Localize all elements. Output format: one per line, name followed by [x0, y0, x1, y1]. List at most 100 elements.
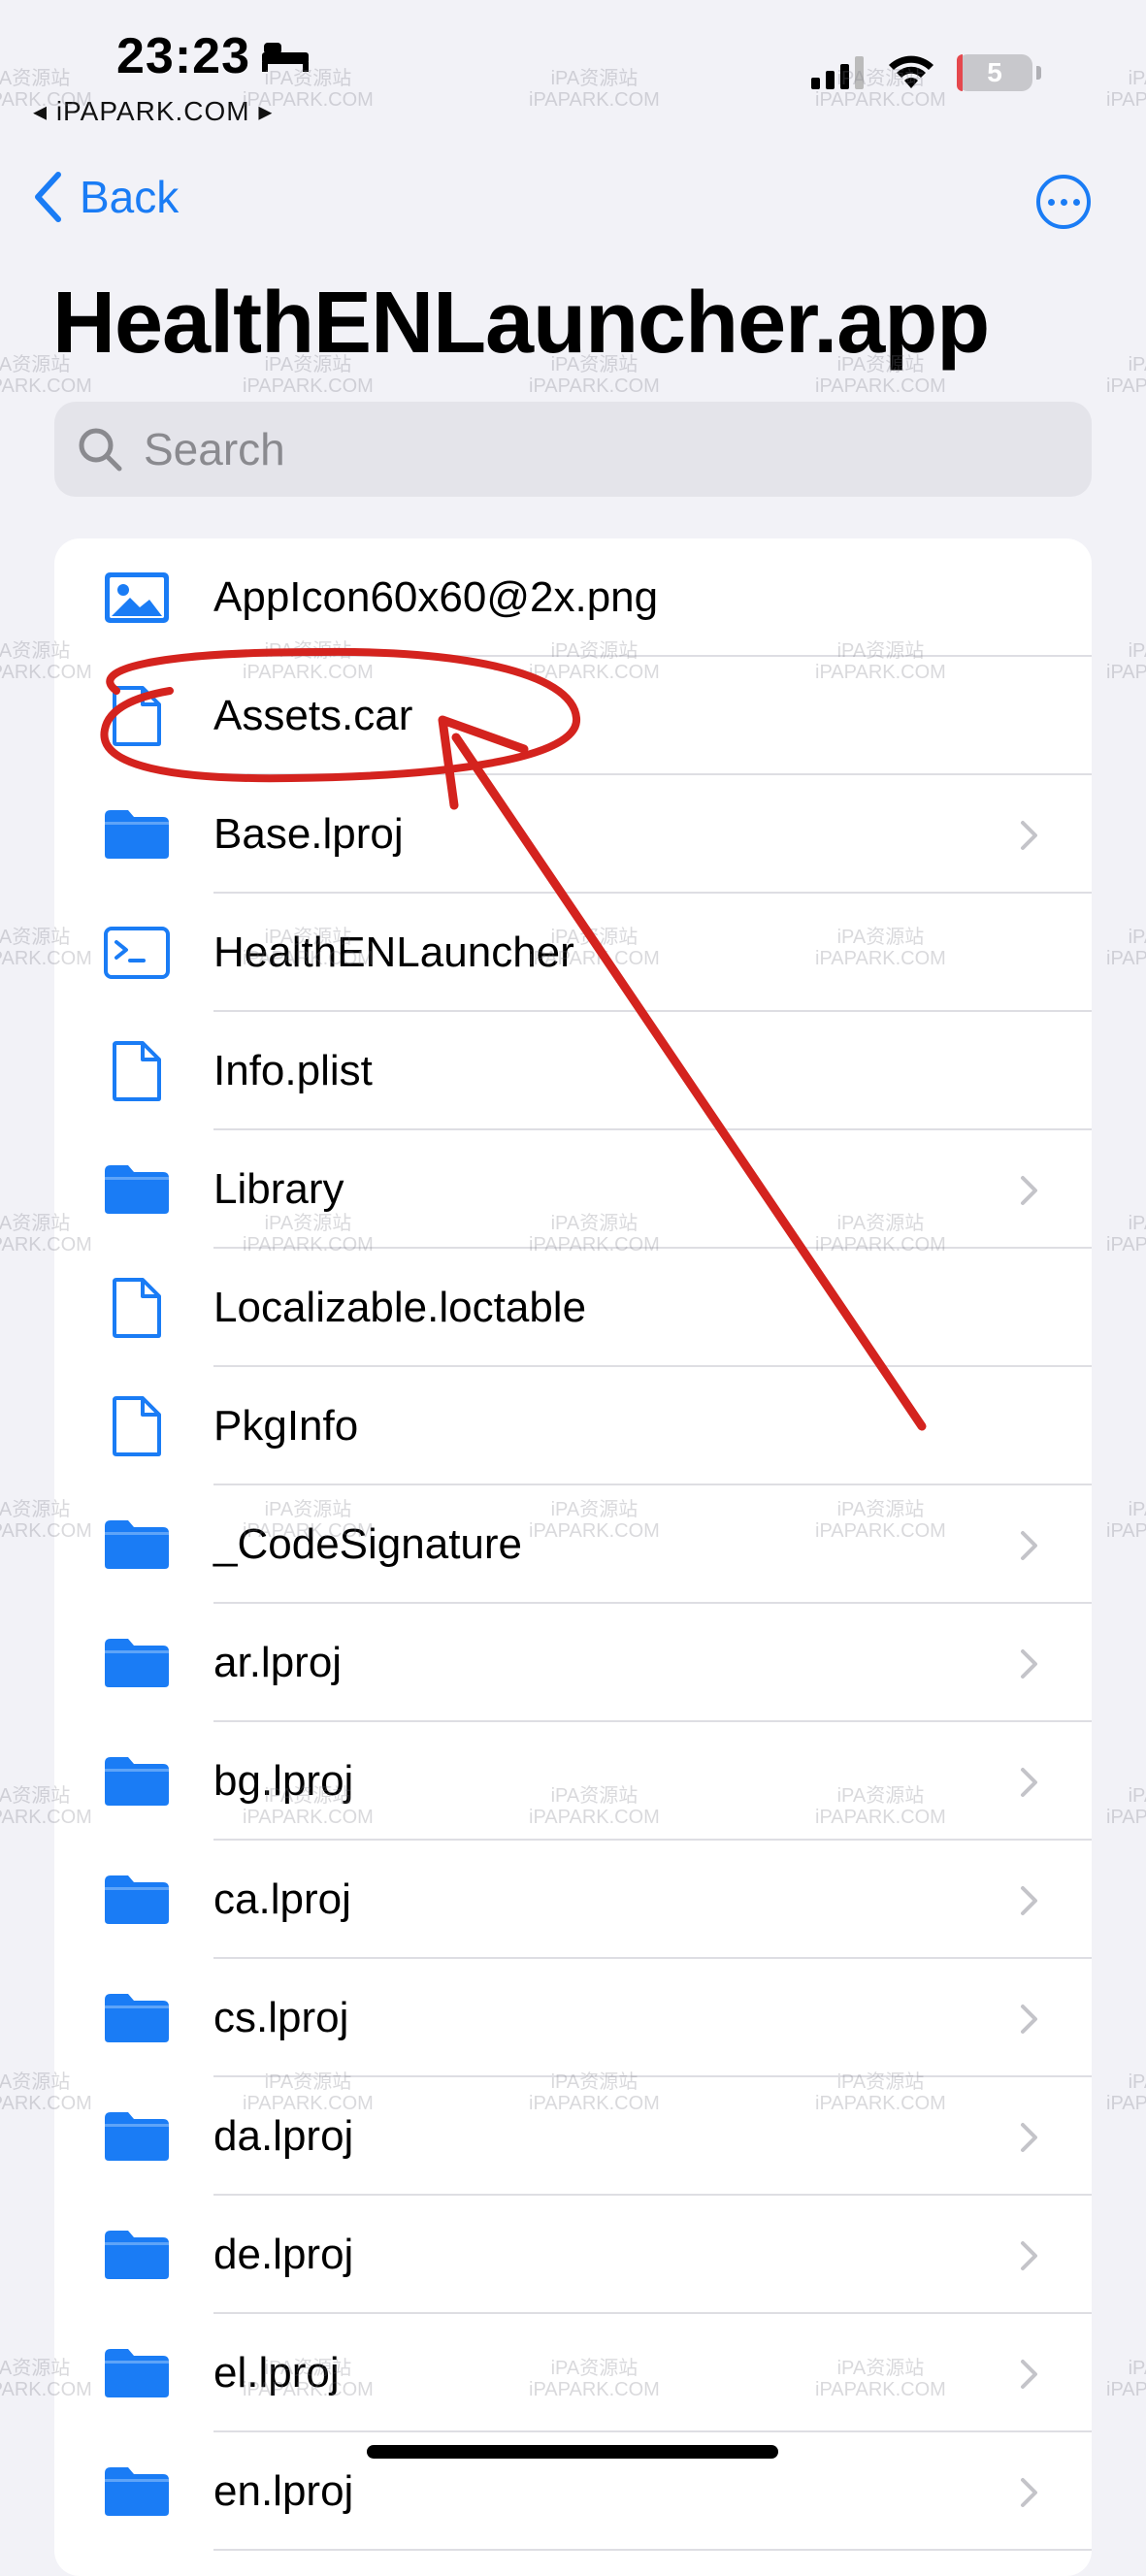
- folder-row[interactable]: de.lproj: [54, 2196, 1092, 2314]
- watermark-line2: iPAPARK.COM: [1106, 375, 1146, 397]
- document-icon: [103, 1392, 171, 1460]
- chevron-right-icon: [1020, 2359, 1039, 2395]
- folder-row[interactable]: cs.lproj: [54, 1959, 1092, 2077]
- search-bar[interactable]: [54, 402, 1092, 497]
- more-dot-icon: [1072, 198, 1080, 206]
- file-name: de.lproj: [213, 2231, 354, 2278]
- folder-row[interactable]: Base.lproj: [54, 775, 1092, 894]
- chevron-right-icon: [1020, 1767, 1039, 1803]
- document-icon: [103, 682, 171, 750]
- status-carrier: ◂ iPAPARK.COM ▸: [33, 96, 274, 126]
- folder-icon: [103, 1156, 171, 1223]
- folder-row[interactable]: Library: [54, 1130, 1092, 1249]
- folder-icon: [103, 2103, 171, 2170]
- folder-row[interactable]: bg.lproj: [54, 1722, 1092, 1841]
- file-name: Info.plist: [213, 1047, 373, 1094]
- watermark: iPA资源站iPAPARK.COM: [1106, 2358, 1146, 2400]
- watermark: iPA资源站iPAPARK.COM: [1106, 927, 1146, 969]
- status-indicators: 5: [811, 54, 1041, 91]
- file-name: HealthENLauncher: [213, 929, 574, 976]
- watermark: iPA资源站iPAPARK.COM: [529, 68, 660, 111]
- file-name: _CodeSignature: [213, 1520, 523, 1568]
- chevron-right-icon: [1020, 1648, 1039, 1684]
- more-dot-icon: [1060, 198, 1067, 206]
- chevron-right-icon: [1020, 1175, 1039, 1211]
- cellular-signal-icon: [811, 56, 864, 89]
- folder-icon: [103, 2339, 171, 2407]
- folder-row[interactable]: da.lproj: [54, 2077, 1092, 2196]
- folder-icon: [103, 1511, 171, 1579]
- chevron-right-icon: [1020, 1885, 1039, 1921]
- file-row[interactable]: HealthENLauncher: [54, 894, 1092, 1012]
- chevron-right-icon: [1020, 820, 1039, 856]
- watermark-line1: iPA资源站: [0, 68, 71, 89]
- watermark-line1: iPA资源站: [1128, 1213, 1146, 1234]
- watermark-line2: iPAPARK.COM: [1106, 662, 1146, 683]
- watermark-line1: iPA资源站: [1128, 2358, 1146, 2379]
- folder-row[interactable]: _CodeSignature: [54, 1485, 1092, 1604]
- document-icon: [103, 1037, 171, 1105]
- file-name: Localizable.loctable: [213, 1284, 587, 1331]
- folder-icon: [103, 1984, 171, 2052]
- watermark-line2: iPAPARK.COM: [1106, 2379, 1146, 2400]
- watermark: iPA资源站iPAPARK.COM: [1106, 68, 1146, 111]
- watermark-line2: iPAPARK.COM: [0, 375, 92, 397]
- more-dot-icon: [1047, 198, 1055, 206]
- watermark-line2: iPAPARK.COM: [1106, 89, 1146, 111]
- file-name: el.lproj: [213, 2349, 340, 2397]
- file-name: cs.lproj: [213, 1994, 349, 2041]
- file-row[interactable]: Info.plist: [54, 1012, 1092, 1130]
- more-options-button[interactable]: [1036, 175, 1091, 229]
- folder-row[interactable]: ar.lproj: [54, 1604, 1092, 1722]
- chevron-right-icon: [1020, 1530, 1039, 1566]
- folder-row[interactable]: ca.lproj: [54, 1841, 1092, 1959]
- folder-icon: [103, 2458, 171, 2526]
- watermark-line1: iPA资源站: [1128, 68, 1146, 89]
- back-label: Back: [80, 172, 180, 222]
- watermark-line1: iPA资源站: [1128, 2071, 1146, 2093]
- file-name: PkgInfo: [213, 1402, 359, 1450]
- terminal-icon: [103, 919, 171, 987]
- watermark: iPA资源站iPAPARK.COM: [1106, 354, 1146, 397]
- watermark-line2: iPAPARK.COM: [243, 375, 374, 397]
- file-name: ca.lproj: [213, 1875, 351, 1923]
- watermark: iPA资源站iPAPARK.COM: [1106, 1499, 1146, 1542]
- chevron-left-icon: [35, 172, 61, 222]
- page-title: HealthENLauncher.app: [52, 275, 990, 372]
- chevron-right-icon: [1020, 2477, 1039, 2513]
- folder-icon: [103, 800, 171, 868]
- watermark-line1: iPA资源站: [1128, 927, 1146, 948]
- home-indicator: [367, 2445, 778, 2459]
- file-row[interactable]: Localizable.loctable: [54, 1249, 1092, 1367]
- file-list: AppIcon60x60@2x.png Assets.car Base.lproj H…: [54, 538, 1092, 2576]
- chevron-right-icon: [1020, 2122, 1039, 2158]
- file-name: AppIcon60x60@2x.png: [213, 573, 659, 621]
- battery-tip: [1036, 66, 1041, 80]
- search-icon: [79, 428, 122, 472]
- file-name: da.lproj: [213, 2112, 354, 2160]
- file-row[interactable]: AppIcon60x60@2x.png: [54, 538, 1092, 657]
- document-icon: [103, 1274, 171, 1342]
- watermark-line2: iPAPARK.COM: [1106, 1234, 1146, 1255]
- watermark: iPA资源站iPAPARK.COM: [1106, 2071, 1146, 2114]
- watermark: iPA资源站iPAPARK.COM: [1106, 1785, 1146, 1828]
- folder-icon: [103, 1747, 171, 1815]
- watermark-line2: iPAPARK.COM: [529, 375, 660, 397]
- watermark-line2: iPAPARK.COM: [1106, 1807, 1146, 1828]
- battery-indicator: 5: [957, 54, 1032, 91]
- back-button[interactable]: Back: [33, 171, 179, 223]
- watermark-line2: iPAPARK.COM: [529, 89, 660, 111]
- folder-icon: [103, 2221, 171, 2289]
- watermark-line1: iPA资源站: [1128, 640, 1146, 662]
- folder-row[interactable]: el.lproj: [54, 2314, 1092, 2432]
- watermark-line1: iPA资源站: [1128, 1785, 1146, 1807]
- chevron-right-icon: [1020, 2004, 1039, 2039]
- sleep-focus-icon: [262, 43, 309, 72]
- image-icon: [103, 564, 171, 632]
- watermark: iPA资源站iPAPARK.COM: [1106, 640, 1146, 683]
- folder-icon: [103, 1629, 171, 1697]
- search-input[interactable]: [142, 422, 1019, 476]
- file-row[interactable]: Assets.car: [54, 657, 1092, 775]
- status-time: 23:23: [116, 28, 250, 84]
- file-row[interactable]: PkgInfo: [54, 1367, 1092, 1485]
